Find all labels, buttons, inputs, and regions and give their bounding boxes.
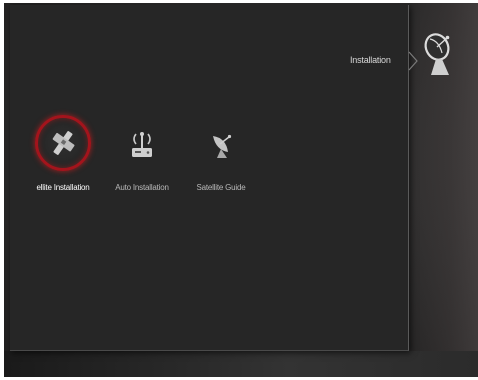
chevron-right-icon [408, 51, 418, 71]
satellite-icon [35, 115, 91, 171]
menu-item-label: Satellite Guide [196, 183, 246, 192]
breadcrumb: Installation [350, 55, 391, 65]
satellite-dish-icon [193, 117, 249, 173]
menu-item-auto-installation[interactable]: Auto Installation [106, 117, 178, 197]
menu-item-satellite-installation[interactable]: ellite Installation [28, 115, 98, 197]
tv-screen: ellite Installation Auto Installation Sa… [4, 3, 478, 377]
menu-item-label: Auto Installation [115, 183, 169, 192]
tv-bottom-bar [4, 351, 478, 377]
menu-item-label: ellite Installation [36, 183, 90, 192]
satellite-dish-icon [424, 33, 450, 75]
antenna-receiver-icon [114, 117, 170, 173]
menu-item-satellite-guide[interactable]: Satellite Guide [186, 117, 256, 197]
